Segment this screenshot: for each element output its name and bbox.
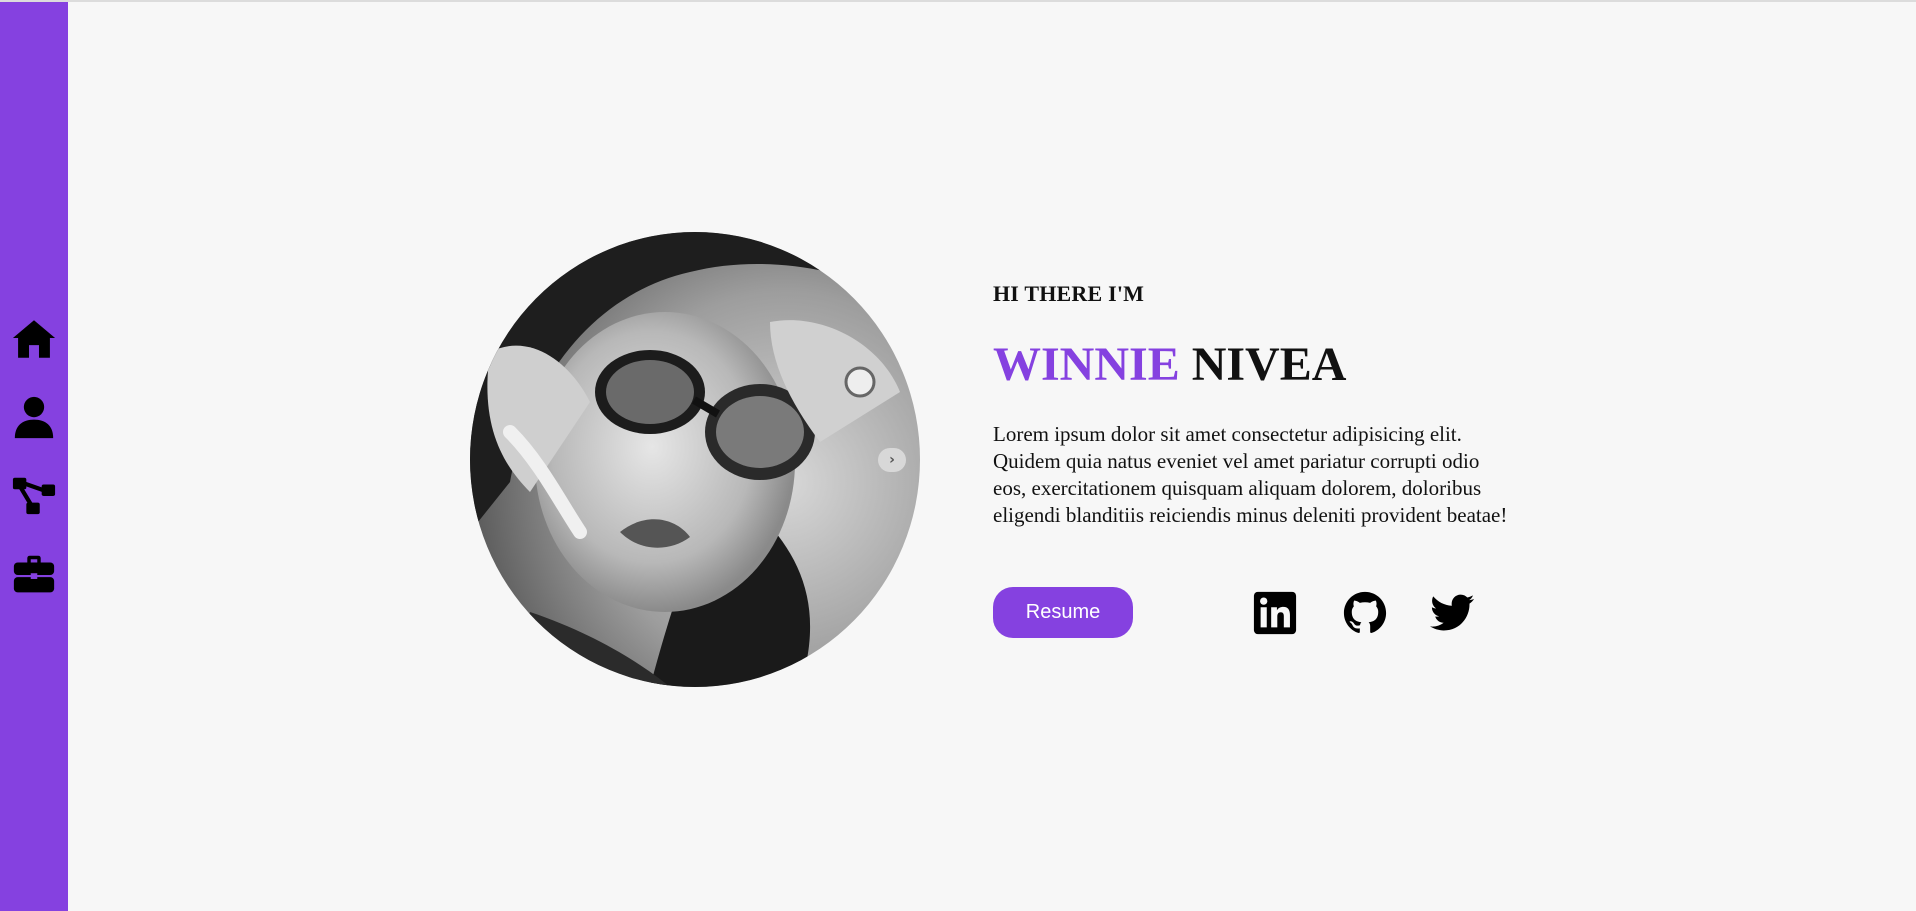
page-title: WINNIE NIVEA xyxy=(993,335,1346,395)
sitemap-icon xyxy=(12,477,56,515)
twitter-link[interactable] xyxy=(1428,588,1478,638)
briefcase-icon xyxy=(13,555,55,593)
sidebar-item-home[interactable] xyxy=(10,315,58,363)
sidebar-item-skills[interactable] xyxy=(10,471,58,519)
sidebar-item-about[interactable] xyxy=(10,393,58,441)
greeting-text: HI THERE I'M xyxy=(993,281,1145,306)
linkedin-link[interactable] xyxy=(1250,588,1300,638)
portrait-image xyxy=(470,232,920,687)
user-icon xyxy=(14,396,54,439)
bio-text: Lorem ipsum dolor sit amet consectetur a… xyxy=(993,422,1508,527)
github-link[interactable] xyxy=(1340,588,1390,638)
carousel-next-button[interactable]: › xyxy=(878,448,906,472)
github-icon xyxy=(1343,591,1387,633)
sidebar-nav xyxy=(0,2,68,911)
last-name: NIVEA xyxy=(1191,338,1347,391)
profile-photo xyxy=(470,232,920,687)
linkedin-icon xyxy=(1253,591,1297,635)
first-name: WINNIE xyxy=(993,338,1180,391)
window-top-border xyxy=(0,0,1916,2)
resume-button[interactable]: Resume xyxy=(993,587,1133,638)
home-icon xyxy=(12,320,56,358)
chevron-right-icon: › xyxy=(889,452,895,468)
sidebar-item-portfolio[interactable] xyxy=(10,550,58,598)
twitter-icon xyxy=(1430,594,1475,631)
